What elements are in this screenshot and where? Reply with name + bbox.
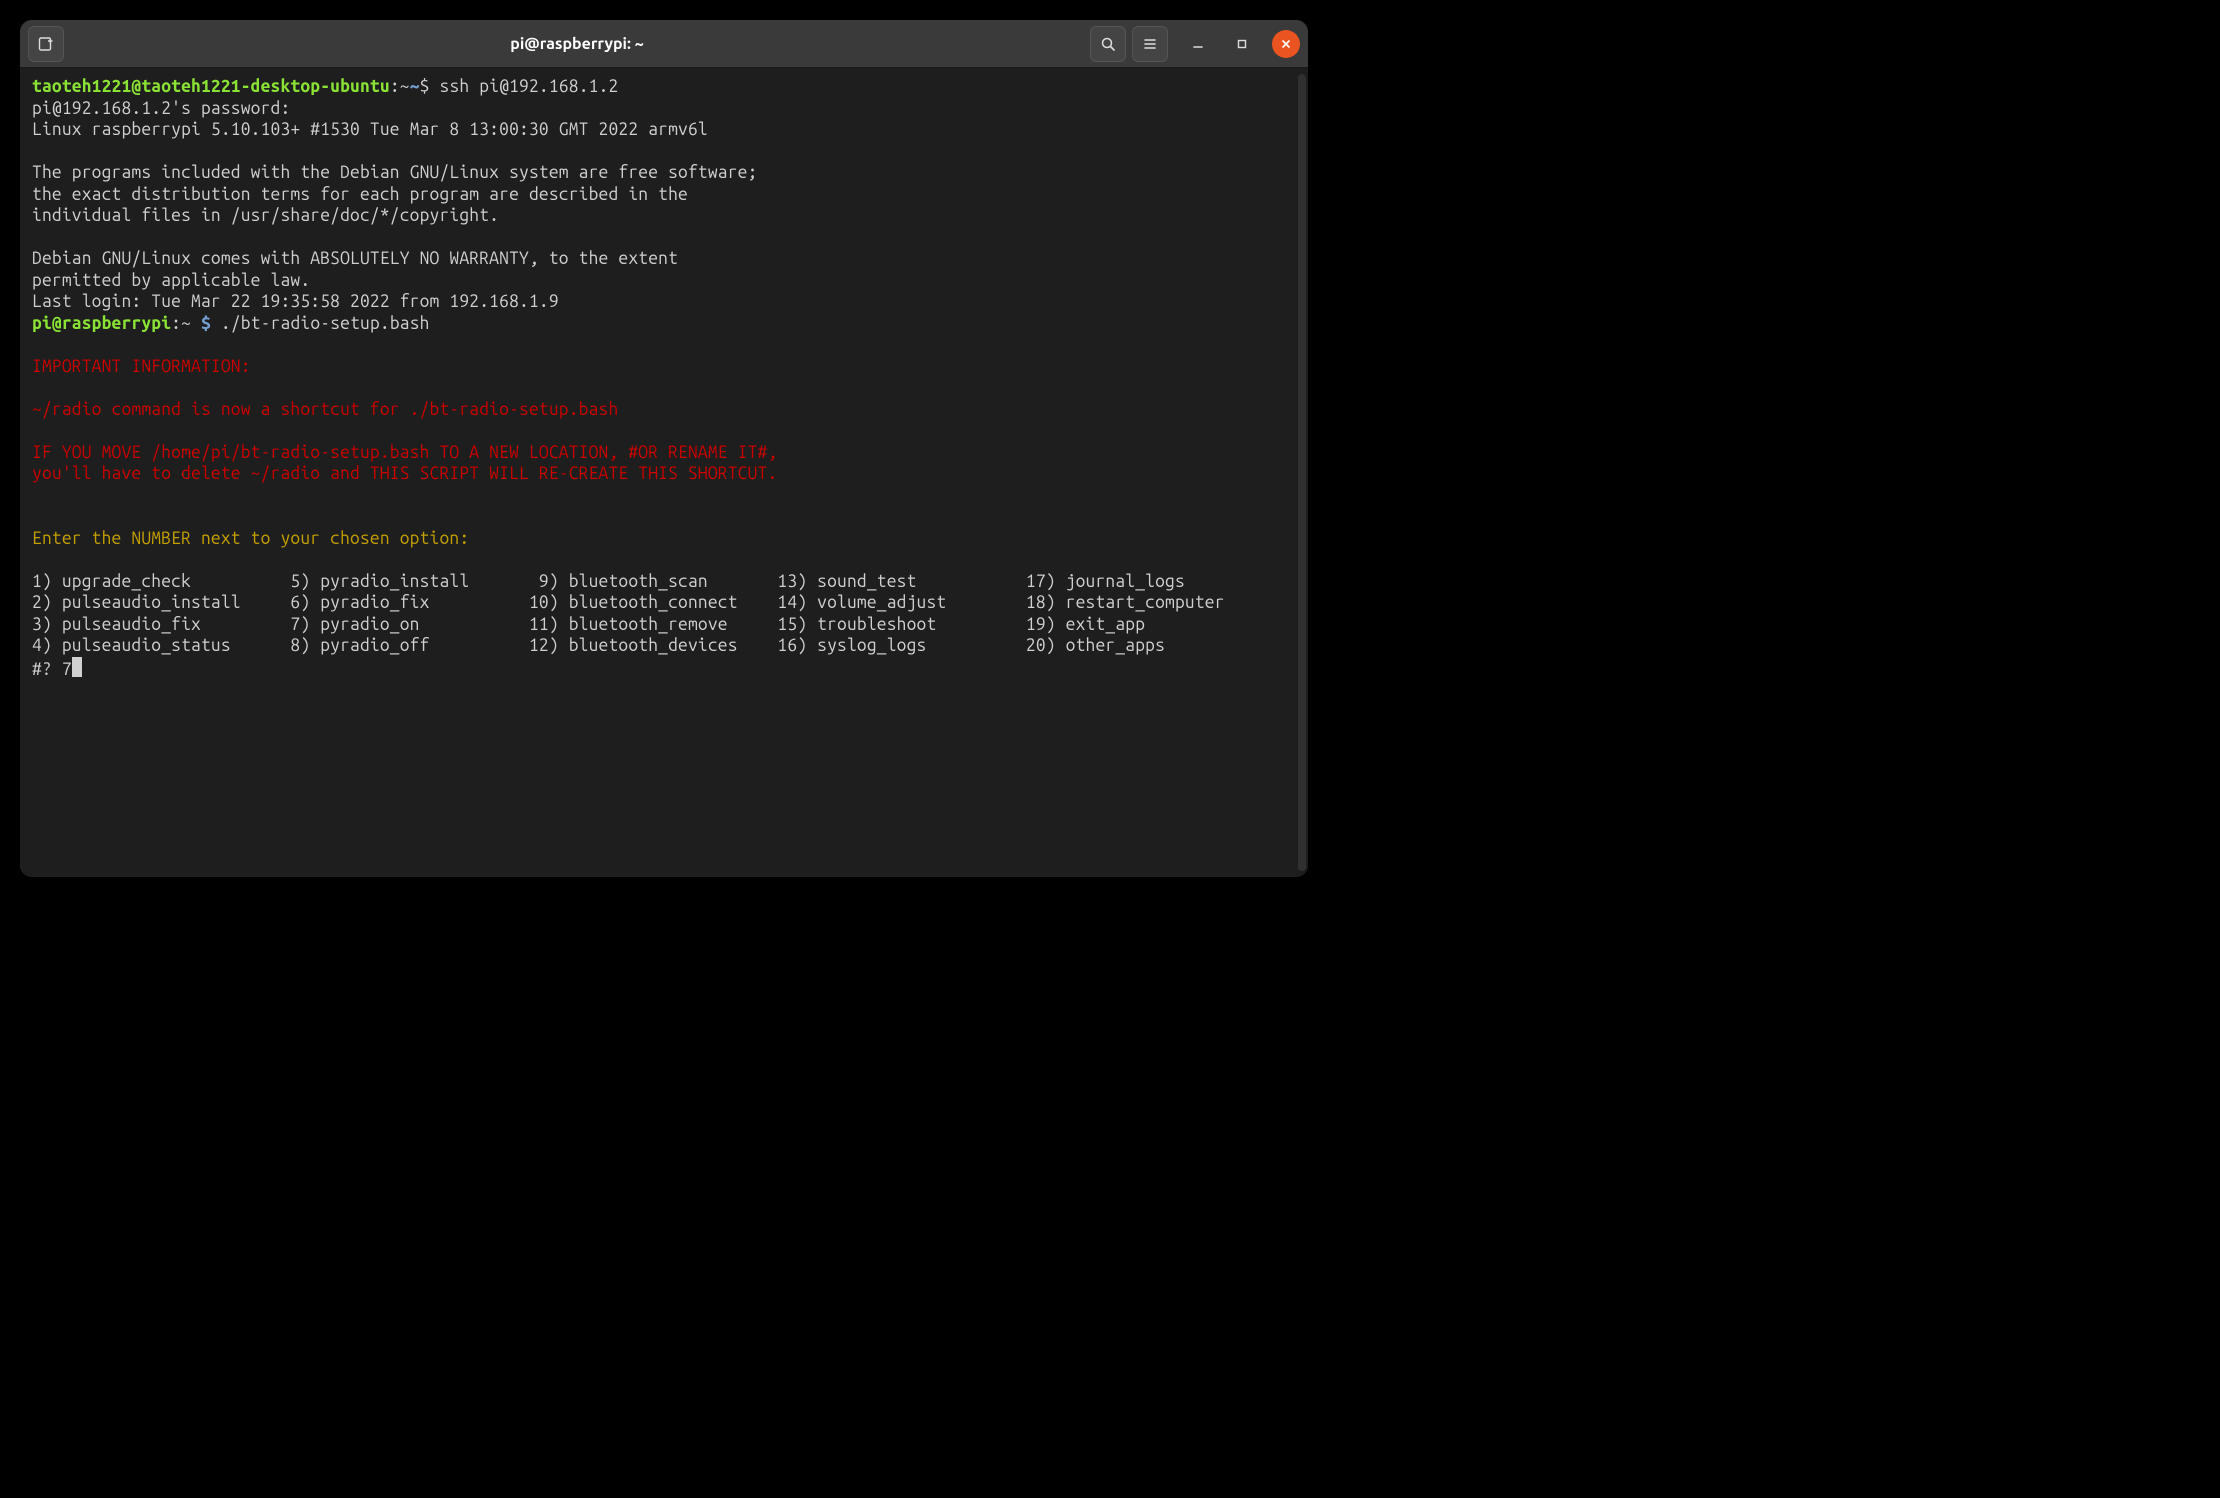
ssh-command: ssh pi@192.168.1.2 (440, 77, 619, 96)
hamburger-icon (1142, 36, 1158, 52)
remote-prompt-user: pi@raspberrypi (32, 314, 171, 333)
local-prompt-dollar: $ (420, 77, 440, 96)
motd-l2: the exact distribution terms for each pr… (32, 185, 688, 204)
motd-l3: individual files in /usr/share/doc/*/cop… (32, 206, 499, 225)
menu-button[interactable] (1132, 26, 1168, 62)
remote-cmd: ./bt-radio-setup.bash (221, 314, 430, 333)
maximize-icon (1236, 38, 1248, 50)
cursor (72, 657, 82, 677)
user-input[interactable]: 7 (62, 660, 72, 679)
new-tab-button[interactable] (28, 26, 64, 62)
menu-row4: 4) pulseaudio_status 8) pyradio_off 12) … (32, 636, 1165, 655)
menu-row1: 1) upgrade_check 5) pyradio_install 9) b… (32, 572, 1185, 591)
password-line: pi@192.168.1.2's password: (32, 99, 290, 118)
menu-row3: 3) pulseaudio_fix 7) pyradio_on 11) blue… (32, 615, 1145, 634)
motd-l1: The programs included with the Debian GN… (32, 163, 758, 182)
motd-l4: Debian GNU/Linux comes with ABSOLUTELY N… (32, 249, 678, 268)
terminal-window: pi@raspberrypi: ~ (20, 20, 1308, 877)
new-tab-icon (38, 36, 54, 52)
search-button[interactable] (1090, 26, 1126, 62)
window-title: pi@raspberrypi: ~ (64, 35, 1090, 53)
important-line3: you'll have to delete ~/radio and THIS S… (32, 464, 777, 483)
last-login: Last login: Tue Mar 22 19:35:58 2022 fro… (32, 292, 559, 311)
important-header: IMPORTANT INFORMATION: (32, 357, 251, 376)
terminal-viewport[interactable]: taoteh1221@taoteh1221-desktop-ubuntu:~~$… (20, 68, 1308, 877)
important-line1: ~/radio command is now a shortcut for ./… (32, 400, 618, 419)
local-prompt-colon: :~ (390, 77, 410, 96)
search-icon (1100, 36, 1116, 52)
scrollbar[interactable] (1298, 74, 1306, 871)
minimize-icon (1192, 38, 1204, 50)
close-icon (1280, 38, 1292, 50)
menu-row2: 2) pulseaudio_install 6) pyradio_fix 10)… (32, 593, 1225, 612)
choose-line: Enter the NUMBER next to your chosen opt… (32, 529, 469, 548)
terminal-output: taoteh1221@taoteh1221-desktop-ubuntu:~~$… (32, 76, 1296, 680)
titlebar: pi@raspberrypi: ~ (20, 20, 1308, 68)
close-button[interactable] (1272, 30, 1300, 58)
select-prompt: #? (32, 660, 62, 679)
motd-l5: permitted by applicable law. (32, 271, 310, 290)
local-prompt-user: taoteh1221@taoteh1221-desktop-ubuntu (32, 77, 390, 96)
maximize-button[interactable] (1228, 30, 1256, 58)
minimize-button[interactable] (1184, 30, 1212, 58)
important-line2: IF YOU MOVE /home/pi/bt-radio-setup.bash… (32, 443, 777, 462)
kernel-line: Linux raspberrypi 5.10.103+ #1530 Tue Ma… (32, 120, 708, 139)
